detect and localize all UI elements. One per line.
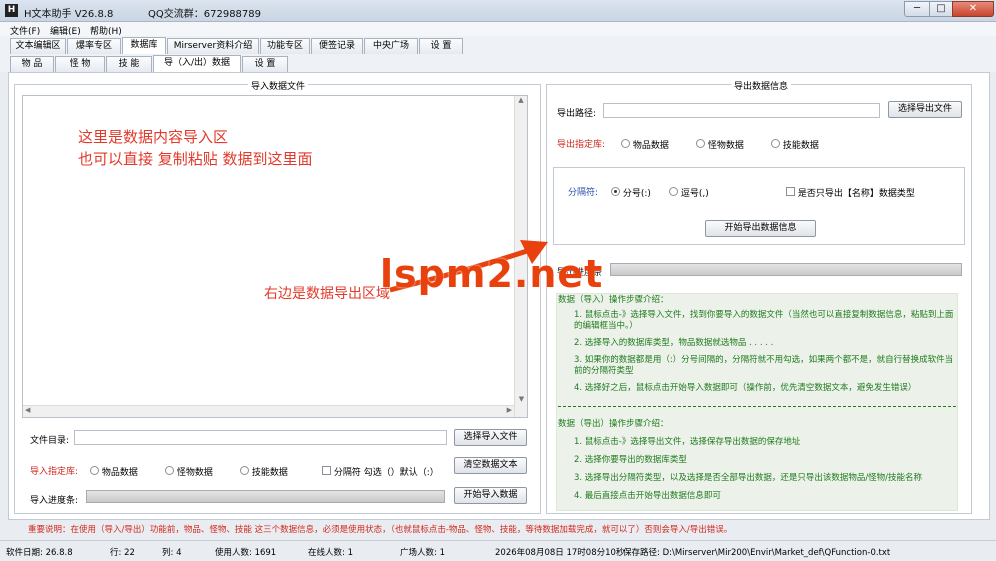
close-button[interactable]: ✕: [952, 1, 994, 17]
status-bar: 软件日期: 26.8.8 行: 22 列: 4 使用人数: 1691 在线人数:…: [0, 540, 996, 561]
import-horizontal-scrollbar[interactable]: ◀ ▶: [23, 405, 514, 417]
watermark-logo: lspm2.net: [380, 252, 604, 296]
separator-label: 分隔符:: [568, 188, 599, 198]
app-icon: H: [5, 4, 18, 17]
clear-text-button[interactable]: 清空数据文本: [454, 457, 527, 474]
scroll-left-icon[interactable]: ◀: [25, 406, 30, 414]
export-opt-monster[interactable]: 怪物数据: [696, 138, 744, 151]
import-opt-skill[interactable]: 技能数据: [240, 465, 288, 478]
export-instructions-title: 数据（导出）操作步骤介绍：: [558, 419, 669, 429]
import-opt-item[interactable]: 物品数据: [90, 465, 138, 478]
tab-drop-rate[interactable]: 爆率专区: [67, 38, 121, 54]
export-path-input[interactable]: [603, 103, 880, 118]
status-save-path: 保存路径: D:\Mirserver\Mir200\Envir\Market_d…: [623, 548, 891, 558]
checkbox-icon[interactable]: [786, 187, 795, 196]
select-export-file-button[interactable]: 选择导出文件: [888, 101, 962, 118]
status-row: 行: 22: [110, 548, 135, 558]
export-step-2: 2. 选择你要导出的数据库类型: [574, 455, 687, 465]
import-instructions: 数据（导入）操作步骤介绍： 1. 鼠标点击-》选择导入文件，找到你要导入的数据文…: [558, 295, 956, 394]
subtab-skills[interactable]: 技 能: [106, 56, 152, 72]
scroll-up-icon[interactable]: ▲: [515, 96, 527, 104]
select-import-file-button[interactable]: 选择导入文件: [454, 429, 527, 446]
menu-bar: 文件(F) 编辑(E) 帮助(H): [0, 22, 996, 37]
import-step-3: 3. 如果你的数据都是用（:）分号间隔的，分隔符就不用勾选，如果两个都不是，就自…: [574, 355, 954, 376]
tab-settings[interactable]: 设 置: [419, 38, 463, 54]
separator-checkbox[interactable]: 分隔符 勾选（）默认（:）: [322, 465, 439, 478]
subtab-settings[interactable]: 设 置: [242, 56, 288, 72]
status-time: 2026年08月08日 17时08分10秒: [495, 548, 625, 558]
export-step-3: 3. 选择导出分隔符类型，以及选择是否全部导出数据，还是只导出该数据物品/怪物/…: [574, 473, 923, 483]
instructions-divider: [558, 406, 956, 407]
status-date: 软件日期: 26.8.8: [6, 548, 73, 558]
radio-icon[interactable]: [696, 139, 705, 148]
checkbox-icon[interactable]: [322, 466, 331, 475]
start-import-button[interactable]: 开始导入数据: [454, 487, 527, 504]
tab-functions[interactable]: 功能专区: [260, 38, 310, 54]
start-export-button[interactable]: 开始导出数据信息: [705, 220, 816, 237]
radio-icon[interactable]: [90, 466, 99, 475]
scroll-down-icon[interactable]: ▼: [515, 395, 528, 403]
export-db-label: 导出指定库:: [557, 140, 606, 150]
export-opt-item[interactable]: 物品数据: [621, 138, 669, 151]
radio-icon[interactable]: [669, 187, 678, 196]
name-only-checkbox[interactable]: 是否只导出【名称】数据类型: [786, 186, 915, 199]
important-notice: 重要说明：在使用（导入/导出）功能前，物品、怪物、技能 这三个数据信息，必须是使…: [28, 525, 733, 535]
status-online: 在线人数: 1: [308, 548, 353, 558]
radio-selected-icon[interactable]: [611, 187, 620, 196]
annotation-line-2: 也可以直接 复制粘贴 数据到这里面: [78, 150, 313, 168]
scroll-right-icon[interactable]: ▶: [507, 406, 512, 414]
tab-mirserver-info[interactable]: Mirserver资料介绍: [167, 38, 259, 54]
status-plaza: 广场人数: 1: [400, 548, 445, 558]
import-step-2: 2. 选择导入的数据库类型，物品数据就选物品 . . . . .: [574, 338, 774, 348]
export-area-annotation: 右边是数据导出区域: [264, 286, 390, 302]
subtab-monsters[interactable]: 怪 物: [55, 56, 105, 72]
export-path-label: 导出路径:: [557, 109, 597, 119]
title-bar: H H文本助手 V26.8.8 QQ交流群：672988789 ─ □ ✕: [0, 0, 996, 22]
import-group-title: 导入数据文件: [248, 79, 309, 92]
export-progress-bar: [610, 263, 962, 276]
annotation-line-1: 这里是数据内容导入区: [78, 128, 229, 146]
status-col: 列: 4: [162, 548, 182, 558]
sep-colon-option[interactable]: 分号(:): [611, 186, 651, 199]
radio-icon[interactable]: [240, 466, 249, 475]
tab-text-editor[interactable]: 文本编辑区: [10, 38, 66, 54]
tab-central-plaza[interactable]: 中央广场: [364, 38, 418, 54]
import-opt-monster[interactable]: 怪物数据: [165, 465, 213, 478]
main-tab-row: 文本编辑区 爆率专区 数据库 Mirserver资料介绍 功能专区 便签记录 中…: [0, 36, 996, 54]
sub-tab-row: 物 品 怪 物 技 能 导（入/出）数据 设 置: [0, 54, 996, 72]
import-progress-bar: [86, 490, 445, 503]
minimize-button[interactable]: ─: [904, 1, 930, 17]
export-group-title: 导出数据信息: [731, 79, 792, 92]
qq-group-text: QQ交流群：672988789: [148, 9, 262, 20]
radio-icon[interactable]: [621, 139, 630, 148]
maximize-button[interactable]: □: [929, 1, 953, 17]
radio-icon[interactable]: [165, 466, 174, 475]
import-progress-label: 导入进度条:: [30, 496, 79, 506]
window-title: H文本助手 V26.8.8: [24, 9, 114, 20]
export-opt-skill[interactable]: 技能数据: [771, 138, 819, 151]
export-step-4: 4. 最后直接点击开始导出数据信息即可: [574, 491, 721, 501]
subtab-items[interactable]: 物 品: [10, 56, 54, 72]
import-instructions-title: 数据（导入）操作步骤介绍：: [558, 295, 669, 305]
subtab-import-export[interactable]: 导（入/出）数据: [153, 55, 241, 72]
import-step-1: 1. 鼠标点击-》选择导入文件，找到你要导入的数据文件（当然也可以直接复制数据信…: [574, 310, 954, 331]
radio-icon[interactable]: [771, 139, 780, 148]
import-db-label: 导入指定库:: [30, 467, 79, 477]
file-dir-input[interactable]: [74, 430, 447, 445]
tab-database[interactable]: 数据库: [122, 37, 166, 54]
tab-notes[interactable]: 便签记录: [311, 38, 363, 54]
file-dir-label: 文件目录:: [30, 436, 70, 446]
status-users: 使用人数: 1691: [215, 548, 277, 558]
export-step-1: 1. 鼠标点击-》选择导出文件，选择保存导出数据的保存地址: [574, 437, 801, 447]
import-area-annotation: 这里是数据内容导入区 也可以直接 复制粘贴 数据到这里面: [78, 126, 313, 170]
sep-comma-option[interactable]: 逗号(,): [669, 186, 709, 199]
import-step-4: 4. 选择好之后，鼠标点击开始导入数据即可（操作前，优先清空数据文本，避免发生错…: [574, 383, 917, 393]
export-instructions: 数据（导出）操作步骤介绍： 1. 鼠标点击-》选择导出文件，选择保存导出数据的保…: [558, 419, 956, 502]
